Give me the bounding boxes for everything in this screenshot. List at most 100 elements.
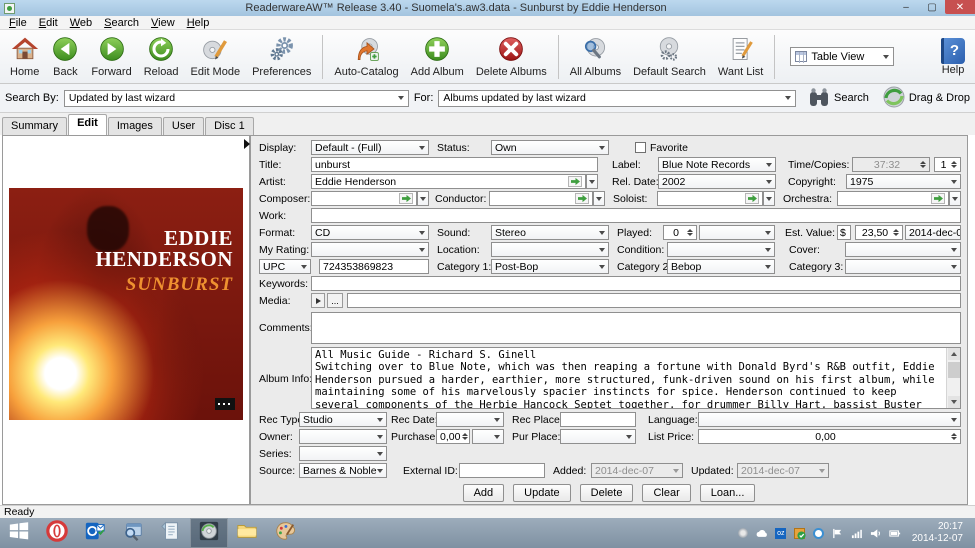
help-button[interactable]: ? Help xyxy=(935,32,971,82)
scrollbar-thumb[interactable] xyxy=(948,362,960,378)
tab-edit[interactable]: Edit xyxy=(68,114,107,135)
rec-place-input[interactable] xyxy=(560,412,636,427)
add-album-button[interactable]: Add Album xyxy=(405,32,470,82)
source-select[interactable]: Barnes & Noble xyxy=(299,463,387,478)
display-select[interactable]: Default - (Full) xyxy=(311,140,429,155)
artist-go-icon[interactable] xyxy=(568,176,582,187)
soloist-input[interactable] xyxy=(657,191,763,206)
all-albums-button[interactable]: All Albums xyxy=(564,32,627,82)
edit-mode-button[interactable]: Edit Mode xyxy=(185,32,247,82)
tab-summary[interactable]: Summary xyxy=(2,117,67,135)
sound-select[interactable]: Stereo xyxy=(491,225,609,240)
series-select[interactable] xyxy=(299,446,387,461)
taskbar-paint[interactable] xyxy=(266,518,304,548)
volume-mixer-icon[interactable] xyxy=(737,527,749,539)
for-select[interactable]: Albums updated by last wizard xyxy=(438,90,796,107)
played-date-select[interactable] xyxy=(699,225,775,240)
search-button[interactable]: Search xyxy=(807,85,869,112)
security-icon[interactable] xyxy=(794,527,806,539)
media-input[interactable] xyxy=(347,293,961,308)
taskbar-readerware[interactable] xyxy=(190,518,228,548)
composer-go-icon[interactable] xyxy=(399,193,413,204)
conductor-go-icon[interactable] xyxy=(575,193,589,204)
artist-dropdown[interactable] xyxy=(586,174,598,189)
splitter-handle[interactable] xyxy=(244,139,250,149)
opera-tray-icon[interactable] xyxy=(813,527,825,539)
rec-type-select[interactable]: Studio xyxy=(299,412,387,427)
pur-place-select[interactable] xyxy=(560,429,636,444)
want-list-button[interactable]: Want List xyxy=(712,32,769,82)
condition-select[interactable] xyxy=(667,242,775,257)
view-select[interactable]: Table View xyxy=(790,47,894,66)
est-value-date-select[interactable]: 2014-dec-07 xyxy=(905,225,961,240)
menu-web[interactable]: Web xyxy=(64,17,98,29)
est-value-spinner[interactable]: 23,50 xyxy=(855,225,903,240)
time-spinner[interactable]: 37:32 xyxy=(852,157,930,172)
taskbar-clock[interactable]: 20:17 2014-12-07 xyxy=(908,521,969,545)
network-icon[interactable] xyxy=(851,527,863,539)
language-select[interactable] xyxy=(698,412,961,427)
back-button[interactable]: Back xyxy=(45,32,85,82)
delete-albums-button[interactable]: Delete Albums xyxy=(470,32,553,82)
taskbar-viewer[interactable] xyxy=(114,518,152,548)
add-button[interactable]: Add xyxy=(463,484,505,502)
default-search-button[interactable]: Default Search xyxy=(627,32,712,82)
loan-button[interactable]: Loan... xyxy=(700,484,756,502)
close-button[interactable]: ✕ xyxy=(945,0,975,14)
auto-catalog-button[interactable]: Auto-Catalog xyxy=(328,32,404,82)
conductor-dropdown[interactable] xyxy=(593,191,605,206)
upc-input[interactable]: 724353869823 xyxy=(319,259,429,274)
status-select[interactable]: Own xyxy=(491,140,609,155)
comments-textarea[interactable] xyxy=(311,312,961,344)
taskbar-outlook[interactable] xyxy=(76,518,114,548)
flag-icon[interactable] xyxy=(832,527,844,539)
rec-date-select[interactable] xyxy=(436,412,504,427)
played-spinner[interactable]: 0 xyxy=(663,225,697,240)
delete-button[interactable]: Delete xyxy=(580,484,634,502)
clear-button[interactable]: Clear xyxy=(642,484,690,502)
orchestra-input[interactable] xyxy=(837,191,949,206)
battery-icon[interactable] xyxy=(889,527,901,539)
menu-file[interactable]: File xyxy=(3,17,33,29)
label-select[interactable]: Blue Note Records xyxy=(658,157,776,172)
copyright-select[interactable]: 1975 xyxy=(846,174,961,189)
maximize-button[interactable]: ▢ xyxy=(919,0,945,14)
cover-select[interactable] xyxy=(845,242,961,257)
composer-dropdown[interactable] xyxy=(417,191,429,206)
upc-select[interactable]: UPC xyxy=(259,259,311,274)
album-cover-image[interactable]: EDDIE HENDERSON SUNBURST xyxy=(9,188,243,420)
drag-drop-button[interactable]: Drag & Drop xyxy=(882,85,970,112)
keywords-input[interactable] xyxy=(311,276,961,291)
update-button[interactable]: Update xyxy=(513,484,570,502)
owner-select[interactable] xyxy=(299,429,387,444)
menu-view[interactable]: View xyxy=(145,17,181,29)
list-price-spinner[interactable]: 0,00 xyxy=(698,429,961,444)
cloud-icon[interactable] xyxy=(756,527,768,539)
tab-user[interactable]: User xyxy=(163,117,204,135)
menu-edit[interactable]: Edit xyxy=(33,17,64,29)
location-select[interactable] xyxy=(491,242,609,257)
external-id-input[interactable] xyxy=(459,463,545,478)
reload-button[interactable]: Reload xyxy=(138,32,185,82)
category2-select[interactable]: Bebop xyxy=(667,259,775,274)
conductor-input[interactable] xyxy=(489,191,593,206)
minimize-button[interactable]: – xyxy=(893,0,919,14)
tab-disc1[interactable]: Disc 1 xyxy=(205,117,254,135)
orchestra-dropdown[interactable] xyxy=(949,191,961,206)
outlook-tray-icon[interactable]: oz xyxy=(775,527,787,539)
category3-select[interactable] xyxy=(845,259,961,274)
tab-images[interactable]: Images xyxy=(108,117,162,135)
speaker-icon[interactable] xyxy=(870,527,882,539)
start-button[interactable] xyxy=(0,518,38,548)
search-by-select[interactable]: Updated by last wizard xyxy=(64,90,409,107)
taskbar-opera[interactable] xyxy=(38,518,76,548)
taskbar-explorer[interactable] xyxy=(228,518,266,548)
menu-search[interactable]: Search xyxy=(98,17,145,29)
media-play-button[interactable] xyxy=(311,293,325,308)
forward-button[interactable]: Forward xyxy=(85,32,137,82)
title-input[interactable]: unburst xyxy=(311,157,598,172)
work-input[interactable] xyxy=(311,208,961,223)
soloist-go-icon[interactable] xyxy=(745,193,759,204)
category1-select[interactable]: Post-Bop xyxy=(491,259,609,274)
scroll-down-icon[interactable] xyxy=(948,396,960,408)
